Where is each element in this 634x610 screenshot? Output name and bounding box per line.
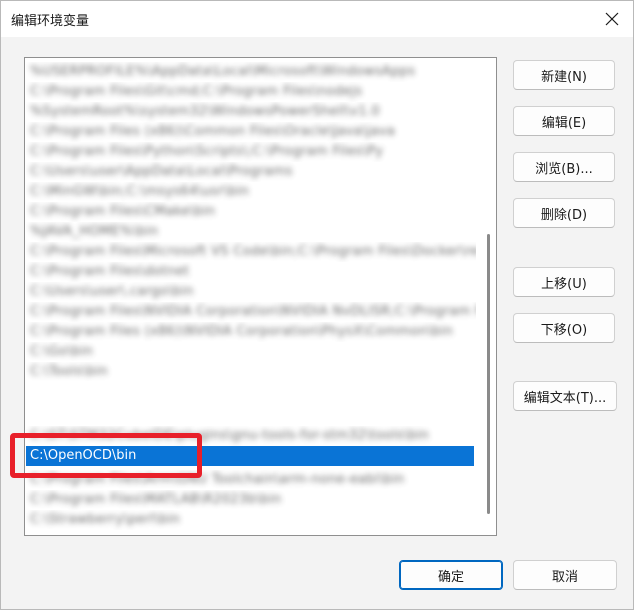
list-item-selected[interactable]: C:\OpenOCD\bin <box>26 446 474 466</box>
list-item[interactable]: C:\Program Files\CMake\bin <box>26 202 476 222</box>
list-item[interactable]: C:\Program Files (x86)\Common Files\Orac… <box>26 122 476 142</box>
list-item[interactable]: C:\Program Files\MATLAB\R2023b\bin <box>26 490 476 510</box>
list-item[interactable]: %JAVA_HOME%\bin <box>26 222 476 242</box>
list-item[interactable]: C:\Go\bin <box>26 342 476 362</box>
edit-env-var-dialog: 编辑环境变量 %USERPROFILE%\AppData\Local\Micro… <box>0 0 634 610</box>
move-down-button[interactable]: 下移(O) <box>513 313 615 343</box>
close-button[interactable] <box>597 5 627 33</box>
list-item[interactable]: C:\Program Files\dotnet <box>26 262 476 282</box>
selected-path-text: C:\OpenOCD\bin <box>30 448 137 463</box>
list-item[interactable]: C:\ST\STM32CubeIDE\plugins\gnu-tools-for… <box>26 426 476 446</box>
browse-button[interactable]: 浏览(B)... <box>513 152 615 182</box>
list-item[interactable]: C:\Users\user\.cargo\bin <box>26 282 476 302</box>
list-item[interactable]: C:\Program Files\Git\cmd;C:\Program File… <box>26 82 476 102</box>
list-item[interactable]: C:\Program Files\Python\Scripts\;C:\Prog… <box>26 142 476 162</box>
path-list[interactable]: %USERPROFILE%\AppData\Local\Microsoft\Wi… <box>24 57 497 536</box>
window-title: 编辑环境变量 <box>11 14 90 29</box>
delete-button[interactable]: 删除(D) <box>513 198 615 228</box>
vertical-scrollbar[interactable] <box>487 234 490 514</box>
list-item[interactable]: C:\Strawberry\perl\bin <box>26 510 476 530</box>
list-item[interactable]: C:\Program Files\NVIDIA Corporation\NVID… <box>26 302 476 322</box>
new-button[interactable]: 新建(N) <box>513 60 615 90</box>
list-item[interactable]: C:\MinGW\bin;C:\msys64\usr\bin <box>26 182 476 202</box>
edit-button[interactable]: 编辑(E) <box>513 106 615 136</box>
move-up-button[interactable]: 上移(U) <box>513 267 615 297</box>
list-item[interactable]: C:\Tools\bin <box>26 362 476 382</box>
edit-text-button[interactable]: 编辑文本(T)... <box>513 381 617 411</box>
list-item[interactable]: %SystemRoot%\system32\WindowsPowerShell\… <box>26 102 476 122</box>
close-icon <box>605 12 619 26</box>
cancel-button[interactable]: 取消 <box>513 560 617 590</box>
list-item[interactable]: %USERPROFILE%\AppData\Local\Microsoft\Wi… <box>26 62 476 82</box>
ok-button[interactable]: 确定 <box>399 560 503 590</box>
title-bar: 编辑环境变量 <box>1 1 633 37</box>
list-item[interactable]: C:\Program Files (x86)\NVIDIA Corporatio… <box>26 322 476 342</box>
list-item[interactable]: C:\Program Files\Arm\GNU Toolchain\arm-n… <box>26 470 476 490</box>
list-item[interactable]: C:\Program Files\Microsoft VS Code\bin;C… <box>26 242 476 262</box>
list-item[interactable]: C:\Users\user\AppData\Local\Programs <box>26 162 476 182</box>
